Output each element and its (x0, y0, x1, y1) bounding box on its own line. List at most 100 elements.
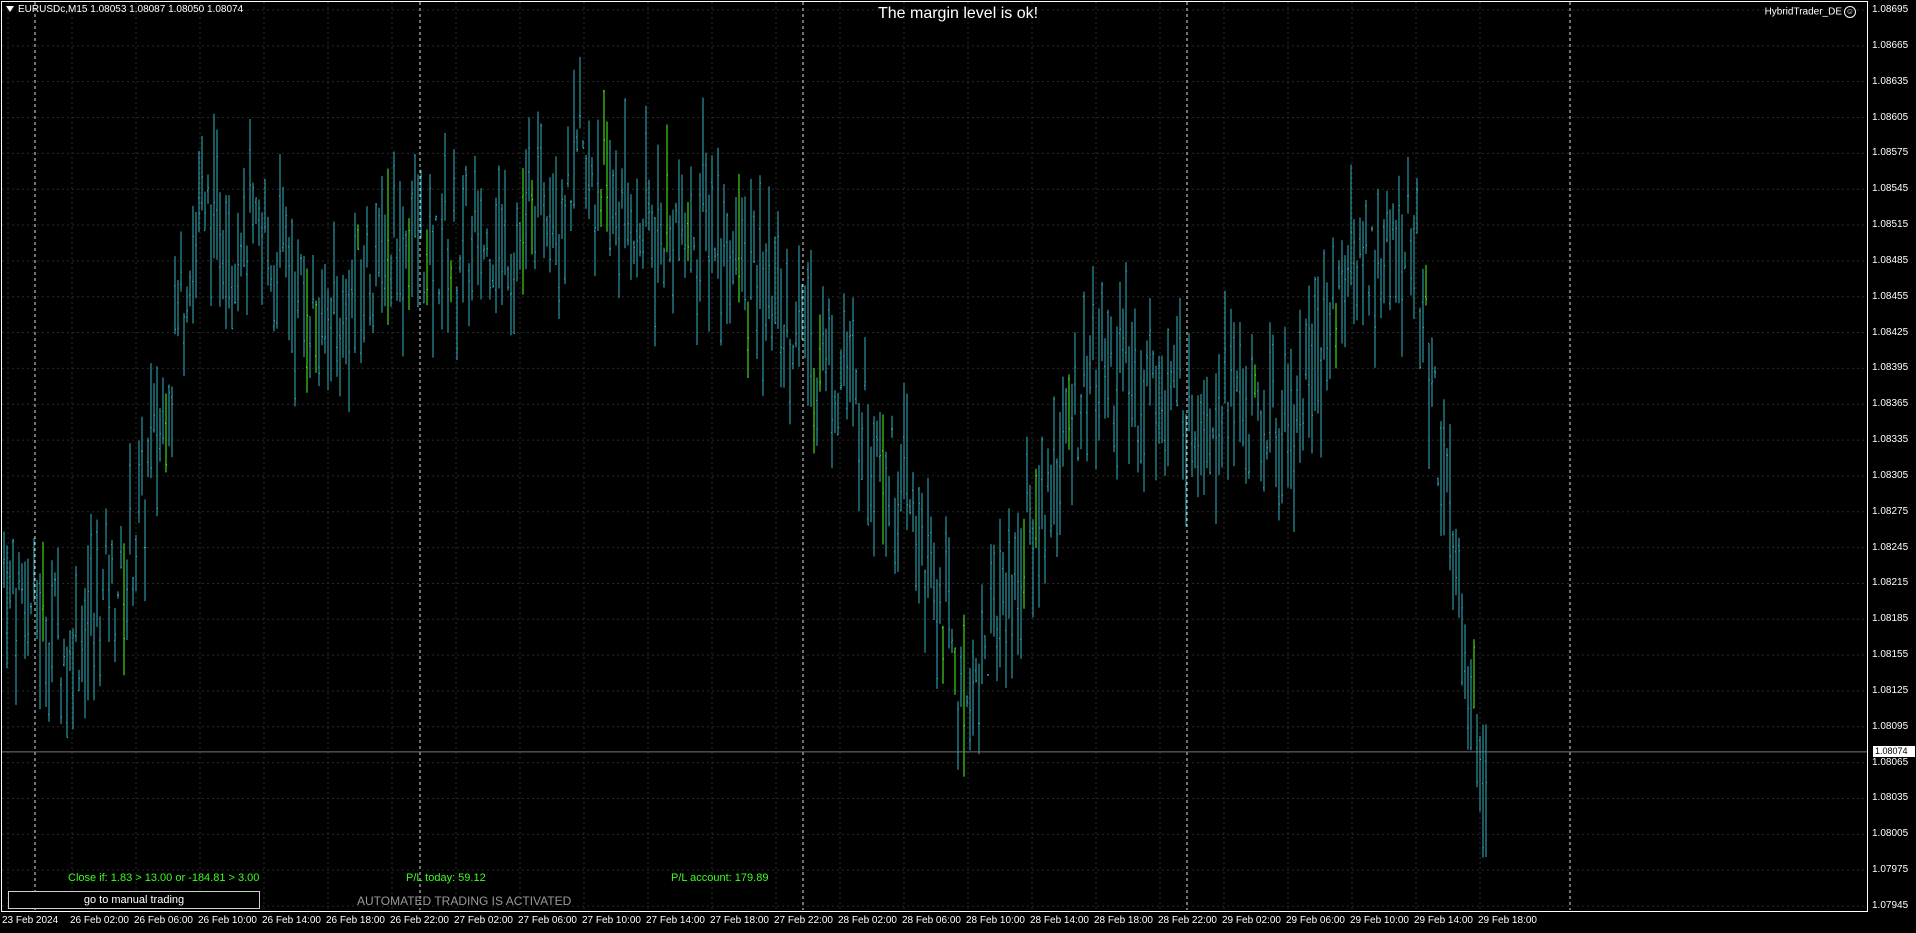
ohlc-bar (561, 179, 563, 240)
ohlc-bar (1143, 369, 1145, 492)
ohlc-bar (1335, 303, 1337, 369)
ohlc-bar (1056, 458, 1058, 557)
ohlc-bar (60, 677, 62, 724)
ohlc-bar (1230, 308, 1232, 407)
ohlc-bar (108, 554, 110, 642)
ohlc-bar (993, 544, 995, 637)
time-tick-label: 23 Feb 2024 (2, 915, 59, 926)
margin-message: The margin level is ok! (877, 5, 1039, 22)
ohlc-bar (1239, 322, 1241, 443)
ohlc-bar (843, 293, 845, 387)
ohlc-bar (1479, 735, 1481, 812)
chart-frame (1, 1, 1868, 912)
ohlc-bar (255, 197, 257, 225)
ohlc-bar (744, 196, 746, 311)
ohlc-bar (1365, 199, 1367, 254)
ohlc-bar (549, 177, 551, 273)
ohlc-bar (216, 129, 218, 260)
price-chart[interactable]: 1.08695 1.08665 1.08635 1.08605 1.08575 1.085… (0, 0, 1916, 933)
ohlc-bar (1272, 334, 1274, 408)
ohlc-bar (693, 237, 695, 251)
ohlc-bar (1065, 387, 1067, 444)
ohlc-bar (1005, 572, 1007, 688)
ohlc-bar (732, 231, 734, 285)
ohlc-bar (630, 194, 632, 280)
ohlc-bar (513, 252, 515, 334)
ohlc-bar (1113, 405, 1115, 453)
ohlc-bar (588, 120, 590, 220)
ohlc-bar (1203, 379, 1205, 495)
ohlc-bar (753, 210, 755, 263)
ohlc-bar (1440, 421, 1442, 536)
ohlc-bar (396, 238, 398, 301)
ohlc-bar (366, 206, 368, 268)
ohlc-bar (477, 190, 479, 286)
ohlc-bar (501, 203, 503, 306)
ohlc-bar (93, 612, 95, 701)
ohlc-bar (1368, 285, 1370, 316)
ohlc-bar (15, 587, 17, 705)
ohlc-bar (177, 280, 179, 337)
ohlc-bar (810, 249, 812, 408)
chart-canvas[interactable] (0, 0, 1916, 933)
ohlc-bar (288, 237, 290, 341)
ohlc-bar (276, 251, 278, 329)
ohlc-bar (645, 105, 647, 227)
ohlc-bar (792, 344, 794, 370)
ohlc-bar (831, 314, 833, 469)
ohlc-bar (138, 440, 140, 523)
ohlc-bar (1071, 383, 1073, 506)
ohlc-bar (279, 154, 281, 268)
ohlc-bar (804, 285, 806, 359)
ohlc-bar (585, 154, 587, 209)
ohlc-bar (462, 175, 464, 303)
ohlc-bar (1266, 440, 1268, 460)
price-tick-label: 1.08305 (1872, 469, 1909, 481)
ohlc-bar (678, 159, 680, 261)
price-tick-label: 1.08245 (1872, 541, 1909, 553)
ohlc-bar (969, 667, 971, 751)
ohlc-bar (612, 169, 614, 235)
ohlc-bar (1299, 309, 1301, 463)
ohlc-bar (36, 580, 38, 639)
ohlc-bar (363, 245, 365, 343)
ohlc-bar (786, 248, 788, 338)
ohlc-bar (126, 559, 128, 641)
manual-trading-button[interactable]: go to manual trading (8, 891, 260, 909)
ohlc-bar (1218, 354, 1220, 476)
ohlc-bar (195, 211, 197, 299)
ohlc-bar (1362, 221, 1364, 326)
ohlc-bar (912, 472, 914, 533)
ohlc-bar (153, 383, 155, 433)
ohlc-bar (582, 140, 584, 149)
ohlc-bar (354, 212, 356, 353)
ohlc-bar (261, 212, 263, 305)
ohlc-bar (24, 561, 26, 659)
ohlc-bar (879, 412, 881, 483)
ohlc-bar (285, 206, 287, 278)
ohlc-bar (192, 205, 194, 324)
ohlc-bar (1395, 219, 1397, 303)
ohlc-bar (1179, 297, 1181, 379)
ohlc-bar (618, 201, 620, 299)
ohlc-bar (555, 156, 557, 265)
ohlc-bar (492, 264, 494, 288)
ohlc-bar (321, 269, 323, 346)
ohlc-bar (570, 200, 572, 232)
time-tick-label: 29 Feb 10:00 (1350, 915, 1409, 926)
ohlc-bar (960, 646, 962, 707)
ohlc-bar (1074, 332, 1076, 415)
ohlc-bar (663, 247, 665, 288)
time-tick-label: 29 Feb 14:00 (1414, 915, 1473, 926)
ohlc-bar (432, 225, 434, 358)
ohlc-bar (117, 591, 119, 599)
ohlc-bar (939, 567, 941, 624)
price-tick-label: 1.08635 (1872, 75, 1909, 87)
ohlc-bar (312, 255, 314, 309)
ohlc-bar (726, 212, 728, 325)
ohlc-bar (573, 69, 575, 209)
ohlc-bar (1434, 366, 1436, 379)
ohlc-bar (798, 245, 800, 367)
ohlc-bar (258, 199, 260, 246)
smiley-icon[interactable]: ☺ (1844, 6, 1856, 18)
